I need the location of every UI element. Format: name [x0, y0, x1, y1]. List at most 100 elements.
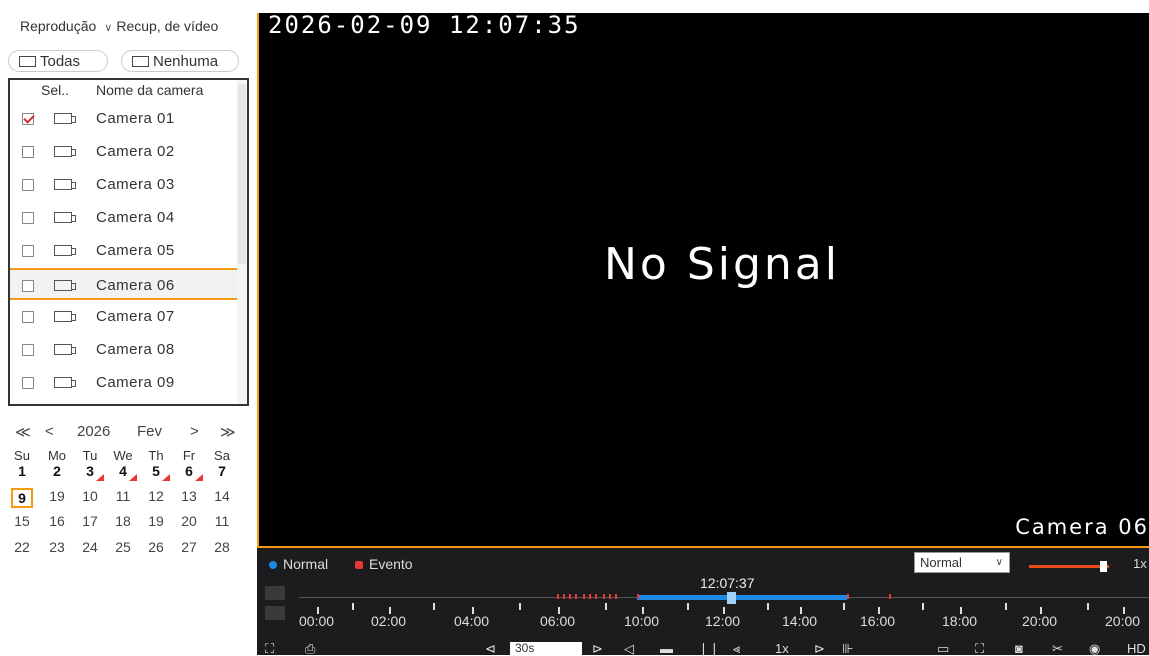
calendar-day[interactable]: 11 — [211, 513, 233, 529]
calendar-day[interactable]: 4 — [112, 463, 137, 481]
camera-checkbox[interactable] — [22, 179, 34, 191]
next-frame-icon[interactable]: ⊪ — [842, 642, 853, 655]
top-selector[interactable]: Reprodução ∨ Recup, de vídeo — [20, 18, 222, 34]
camera-row[interactable]: Camera 01 — [10, 103, 238, 135]
reverse-play-icon[interactable]: ◁ — [624, 642, 634, 655]
interval-select[interactable]: 30s — [510, 642, 582, 655]
calendar-day[interactable]: 28 — [211, 539, 233, 555]
calendar-day[interactable]: 5 — [145, 463, 170, 481]
timeline-minor-tick — [1005, 603, 1007, 610]
calendar-day[interactable]: 25 — [112, 539, 134, 555]
calendar-day[interactable]: 3 — [79, 463, 104, 481]
calendar-day[interactable]: 7 — [211, 463, 233, 479]
timeline-label: 14:00 — [782, 613, 818, 629]
snapshot-icon[interactable]: ⎙ — [305, 642, 315, 655]
audio-icon[interactable]: ◉ — [1089, 642, 1100, 655]
quality-label[interactable]: HD — [1127, 642, 1146, 655]
camera-row[interactable]: Camera 03 — [10, 169, 238, 201]
camera-checkbox[interactable] — [22, 245, 34, 257]
camera-row[interactable]: Camera 04 — [10, 202, 238, 234]
camera-x-icon — [132, 55, 149, 67]
timeline-label: 04:00 — [454, 613, 490, 629]
speed-select[interactable]: Normal ∨ — [914, 552, 1010, 573]
prev-month-button[interactable]: < — [45, 423, 54, 440]
select-all-button[interactable]: Todas — [8, 50, 108, 72]
camera-row[interactable]: Camera 07 — [10, 301, 238, 333]
event-marker — [589, 594, 591, 599]
calendar-day[interactable]: 19 — [145, 513, 167, 529]
fullscreen-icon[interactable]: ⛶ — [975, 642, 984, 655]
camera-checkbox[interactable] — [22, 377, 34, 389]
event-marker — [609, 594, 611, 599]
weekday-label: Su — [14, 448, 30, 463]
fast-icon[interactable]: ⊳ — [814, 642, 825, 655]
camera-row[interactable]: Camera 02 — [10, 136, 238, 168]
scroll-thumb[interactable] — [238, 84, 246, 264]
record-icon[interactable]: ◙ — [1015, 642, 1023, 655]
calendar-day[interactable]: 24 — [79, 539, 101, 555]
camera-checkbox[interactable] — [22, 146, 34, 158]
window-icon[interactable]: ▭ — [937, 642, 949, 655]
event-marker — [557, 594, 559, 599]
calendar-day[interactable]: 18 — [112, 513, 134, 529]
calendar-day[interactable]: 22 — [11, 539, 33, 555]
calendar-day[interactable]: 26 — [145, 539, 167, 555]
speed-value: Normal — [920, 555, 962, 570]
select-none-button[interactable]: Nenhuma — [121, 50, 239, 72]
prev-year-button[interactable]: ≪ — [15, 423, 31, 441]
camera-checkbox[interactable] — [22, 344, 34, 356]
calendar-day[interactable]: 16 — [46, 513, 68, 529]
list-scrollbar[interactable] — [237, 80, 247, 404]
volume-slider[interactable] — [1029, 561, 1109, 572]
next-year-button[interactable]: ≫ — [220, 423, 236, 441]
legend-normal: Normal — [269, 556, 328, 572]
camera-row[interactable]: Camera 08 — [10, 334, 238, 366]
step-back-icon[interactable]: ⊲ — [485, 642, 496, 655]
select-all-label: Todas — [40, 53, 81, 70]
calendar-day[interactable]: 9 — [11, 488, 33, 508]
camera-checkbox[interactable] — [22, 280, 34, 292]
slow-icon[interactable]: ⪡ — [733, 642, 740, 655]
timeline-label: 02:00 — [371, 613, 407, 629]
calendar-day[interactable]: 12 — [145, 488, 167, 504]
camera-checkbox[interactable] — [22, 212, 34, 224]
stop-icon[interactable]: ▬ — [660, 642, 673, 655]
clip-icon[interactable]: ⛶ — [265, 642, 274, 655]
calendar-day[interactable]: 23 — [46, 539, 68, 555]
channel-block-2[interactable] — [265, 606, 285, 620]
camera-row[interactable]: Camera 06 — [10, 268, 238, 300]
calendar-day[interactable]: 17 — [79, 513, 101, 529]
camera-checkbox[interactable] — [22, 311, 34, 323]
calendar-day[interactable]: 13 — [178, 488, 200, 504]
camera-row[interactable]: Camera 05 — [10, 235, 238, 267]
camera-list: Sel.. Nome da camera Camera 01 Camera 02 C… — [8, 78, 249, 406]
calendar-day[interactable]: 6 — [178, 463, 203, 481]
camera-row[interactable]: Camera 09 — [10, 367, 238, 399]
calendar-day[interactable]: 14 — [211, 488, 233, 504]
camera-name: Camera 06 — [96, 277, 175, 294]
cut-icon[interactable]: ✂ — [1052, 642, 1063, 655]
next-month-button[interactable]: > — [190, 423, 199, 440]
calendar-day[interactable]: 15 — [11, 513, 33, 529]
timeline-minor-tick — [605, 603, 607, 610]
channel-block-1[interactable] — [265, 586, 285, 600]
timeline-cursor[interactable] — [727, 592, 736, 604]
calendar-day[interactable]: 19 — [46, 488, 68, 504]
mode-chevron-icon[interactable]: ∨ — [104, 22, 112, 34]
select-none-label: Nenhuma — [153, 53, 219, 70]
calendar-day[interactable]: 2 — [46, 463, 68, 479]
type-label[interactable]: Recup, de vídeo — [116, 18, 218, 34]
calendar-day[interactable]: 27 — [178, 539, 200, 555]
video-panel[interactable]: 2026-02-09 12:07:35 No Signal Camera 06 — [257, 11, 1149, 548]
calendar-day[interactable]: 20 — [178, 513, 200, 529]
calendar-day[interactable]: 11 — [112, 488, 134, 504]
camera-icon — [54, 344, 76, 355]
calendar-day[interactable]: 1 — [11, 463, 33, 479]
timeline-minor-tick — [922, 603, 924, 610]
camera-name: Camera 01 — [96, 110, 175, 127]
calendar-day[interactable]: 10 — [79, 488, 101, 504]
mode-label[interactable]: Reprodução — [20, 18, 96, 34]
pause-icon[interactable]: ❘❘ — [698, 642, 720, 655]
camera-checkbox[interactable] — [22, 113, 34, 125]
step-forward-icon[interactable]: ⊳ — [592, 642, 603, 655]
